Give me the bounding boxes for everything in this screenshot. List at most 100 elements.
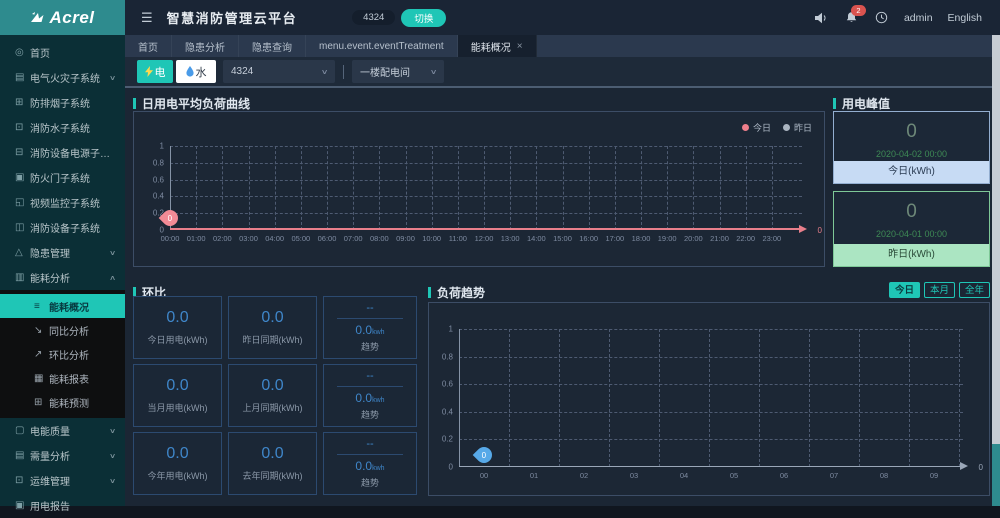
x-tick-label: 05 [729, 471, 739, 480]
chevron-down-icon: ∨ [429, 68, 438, 76]
tab-menu.event.eventTreatment[interactable]: menu.event.eventTreatment [306, 35, 458, 57]
x-tick-label: 09:00 [396, 234, 415, 243]
sidebar-item-electrical-fire[interactable]: ▤ 电气火灾子系统 ∨ [0, 65, 125, 90]
x-tick-label: 15:00 [553, 234, 572, 243]
stat-card: 0.0 上月同期(kWh) [228, 364, 317, 427]
sidebar-item-label: 视频监控子系统 [30, 199, 100, 210]
sidebar-item-energy-analysis[interactable]: ▥ 能耗分析 ∧ [0, 265, 125, 290]
clock-icon[interactable] [874, 10, 889, 25]
y-tick-label: 0.2 [441, 434, 453, 444]
sidebar-item-mom-analysis[interactable]: ↗ 环比分析 [0, 342, 125, 366]
water-label: 水 [195, 66, 207, 79]
stat-label: 昨日同期(kWh) [242, 335, 303, 345]
stat-card: 0.0 去年同期(kWh) [228, 432, 317, 495]
sidebar-item-energy-report[interactable]: ▦ 能耗报表 [0, 366, 125, 390]
y-tick-label: 0.8 [441, 352, 453, 362]
sidebar-item-video-monitor[interactable]: ◱ 视频监控子系统 [0, 190, 125, 215]
trend-label: 趋势 [360, 478, 379, 488]
top-header: ☰ 智慧消防管理云平台 4324 切换 2 admin English [125, 0, 1000, 35]
sidebar-item-home[interactable]: ◎ 首页 [0, 40, 125, 65]
sidebar-item-power-quality[interactable]: ▢ 电能质量 ∨ [0, 418, 125, 443]
daily-load-plot: 1 0.8 0.6 0.4 0.2 0 00:00 01:00 02:00 03:00 04:00 0… [153, 142, 822, 244]
close-icon[interactable]: × [517, 41, 523, 52]
user-menu[interactable]: admin [904, 12, 933, 24]
sidebar-item-ops-mgmt[interactable]: ⊡ 运维管理 ∨ [0, 468, 125, 493]
sidebar-item-demand-analysis[interactable]: ▤ 需量分析 ∨ [0, 443, 125, 468]
legend-item-昨日[interactable]: 昨日 [782, 121, 812, 134]
sidebar-item-hazard-mgmt[interactable]: △ 隐患管理 ∨ [0, 240, 125, 265]
chevron-down-icon: ∨ [108, 249, 117, 257]
tab-隐患查询[interactable]: 隐患查询 [239, 35, 306, 57]
sidebar-item-label: 防火门子系统 [30, 174, 90, 185]
y-tick-label: 0.4 [441, 407, 453, 417]
x-axis-line [170, 228, 802, 230]
sidebar-item-smoke-control[interactable]: ⊞ 防排烟子系统 [0, 90, 125, 115]
sidebar-item-fire-water[interactable]: ⊡ 消防水子系统 [0, 115, 125, 140]
tab-label: 隐患分析 [185, 42, 225, 54]
quality-icon: ▢ [15, 425, 25, 436]
trend-percent: -- [366, 370, 374, 382]
trend-label: 趋势 [360, 410, 379, 420]
station-select-value: 4324 [231, 66, 254, 77]
sidebar-item-fire-power[interactable]: ⊟ 消防设备电源子系统 [0, 140, 125, 165]
trend-unit: kwh [372, 397, 385, 404]
x-tick-label: 10:00 [422, 234, 442, 243]
speaker-icon[interactable] [814, 10, 829, 25]
circuit-select[interactable]: 一楼配电间 ∨ [352, 60, 444, 83]
switch-button[interactable]: 切换 [401, 8, 447, 27]
trend-percent: -- [366, 302, 374, 314]
trend-card: -- 0.0kwh 趋势 [323, 296, 417, 359]
peak-datetime: 2020-04-01 00:00 [875, 229, 948, 239]
home-icon: ◎ [15, 47, 24, 58]
sidebar-item-yoy-analysis[interactable]: ↘ 同比分析 [0, 318, 125, 342]
station-select[interactable]: 4324 ∨ [223, 60, 335, 83]
water-drop-icon [185, 66, 194, 77]
stat-card: 0.0 今年用电(kWh) [133, 432, 222, 495]
video-icon: ◱ [15, 197, 25, 208]
trend-value: 0.0kwh [355, 391, 385, 405]
sidebar-item-energy-overview[interactable]: ≡ 能耗概况 [0, 294, 125, 318]
station-badge: 4324 [352, 10, 396, 25]
sidebar-item-label: 能耗概况 [49, 302, 89, 314]
sidebar-item-energy-forecast[interactable]: ⊞ 能耗预测 [0, 390, 125, 414]
collapse-menu-icon[interactable]: ☰ [141, 10, 153, 26]
sidebar-item-fire-door[interactable]: ▣ 防火门子系统 [0, 165, 125, 190]
legend-item-今日[interactable]: 今日 [741, 121, 771, 134]
tab-能耗概况[interactable]: 能耗概况 × [457, 35, 537, 57]
bar-chart-icon: ▤ [15, 72, 25, 83]
legend-label: 今日 [752, 123, 771, 133]
tab-隐患分析[interactable]: 隐患分析 [172, 35, 239, 57]
range-button-本月[interactable]: 本月 [923, 282, 955, 298]
scrollbar-thumb[interactable] [992, 444, 1000, 506]
load-trend-chart-panel: 1 0.8 0.6 0.4 0.2 0 00 01 02 03 04 05 06 07 08 09 0 0 [428, 302, 990, 496]
axis-arrow-icon [799, 225, 811, 233]
range-button-全年[interactable]: 全年 [958, 282, 990, 298]
stat-value: 0.0 [261, 445, 284, 462]
water-toggle-button[interactable]: 水 [176, 60, 216, 83]
lightning-icon [144, 66, 153, 77]
sidebar-item-label: 首页 [30, 49, 50, 60]
stat-value: 0.0 [261, 309, 284, 326]
y-tick-label: 0.8 [152, 158, 164, 168]
tab-label: 能耗概况 [470, 42, 511, 54]
language-switch[interactable]: English [948, 12, 982, 24]
x-tick-label: 03:00 [239, 234, 258, 243]
x-tick-label: 06 [779, 471, 789, 480]
sidebar-item-fire-device[interactable]: ◫ 消防设备子系统 [0, 215, 125, 240]
tab-首页[interactable]: 首页 [125, 35, 172, 57]
range-button-今日[interactable]: 今日 [888, 282, 920, 298]
circuit-select-value: 一楼配电间 [360, 68, 410, 79]
peak-card-yesterday: 0 2020-04-01 00:00 昨日(kWh) [833, 191, 990, 267]
stat-card: 0.0 昨日同期(kWh) [228, 296, 317, 359]
peak-datetime: 2020-04-02 00:00 [875, 149, 948, 159]
stat-label: 去年同期(kWh) [242, 471, 303, 481]
electric-toggle-button[interactable]: 电 [137, 60, 173, 83]
bell-icon[interactable]: 2 [844, 5, 866, 25]
x-tick-label: 04 [679, 471, 689, 480]
trend-down-icon: ↘ [34, 324, 43, 336]
x-axis-line [459, 466, 963, 467]
x-tick-label: 12:00 [474, 234, 494, 243]
tab-label: 隐患查询 [252, 42, 292, 54]
y-tick-label: 0.6 [152, 175, 164, 185]
peak-label: 昨日(kWh) [834, 244, 989, 266]
